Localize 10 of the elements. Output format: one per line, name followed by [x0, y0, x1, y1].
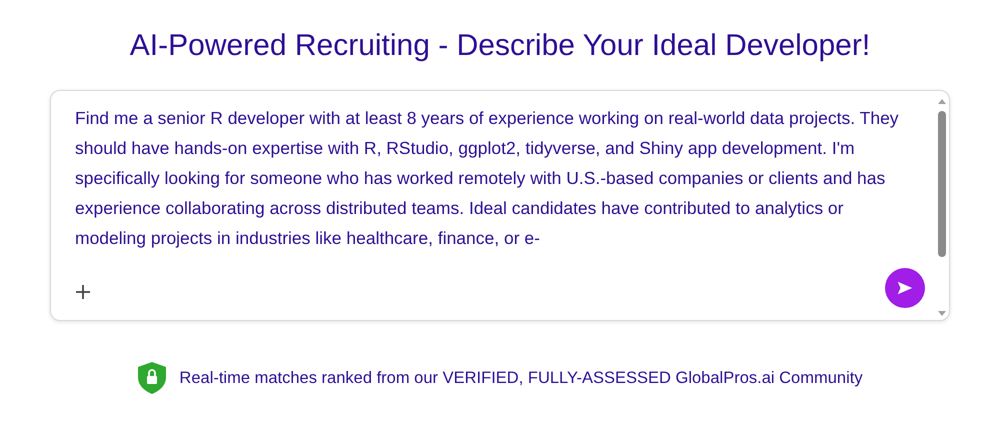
scroll-down-icon[interactable] — [937, 310, 947, 318]
scroll-up-icon[interactable] — [937, 97, 947, 105]
page-title: AI-Powered Recruiting - Describe Your Ideal Developer! — [130, 28, 870, 64]
scrollbar[interactable] — [936, 97, 948, 318]
prompt-field[interactable]: Find me a senior R developer with at least 8 years of experience working on real-world data projects. They should have hands-on expertise with R, RStudio, ggplot2, tidyverse, and Shiny app development. I'm specifically looking for someone who has worked remotely with U.S.-based companies or clients and has experience collaborating across distributed teams. Ideal candidates have contributed to analytics or modeling projects in industries like healthcare, finance, or e- — [50, 90, 950, 321]
footer-note: Real-time matches ranked from our VERIFIED, FULLY-ASSESSED GlobalPros.ai Community — [179, 368, 863, 388]
shield-lock-icon — [137, 361, 168, 395]
send-button[interactable] — [885, 268, 925, 308]
add-icon[interactable] — [75, 284, 91, 300]
scrollbar-thumb[interactable] — [938, 111, 946, 257]
